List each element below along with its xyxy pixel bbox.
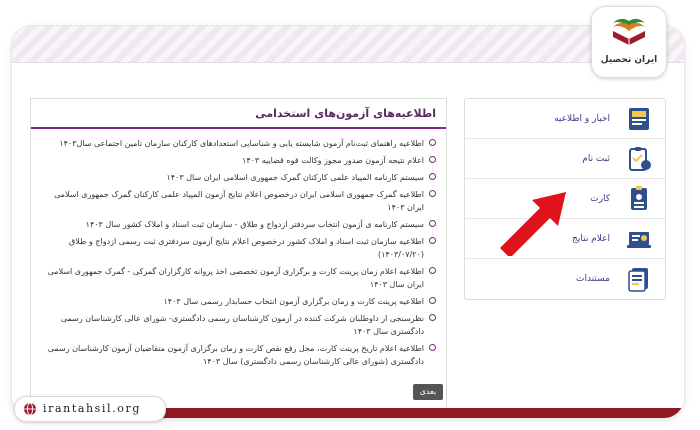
book-logo-icon <box>613 18 645 45</box>
announcement-item[interactable]: اطلاعیه راهنمای ثبت‌نام آزمون شایسته یاب… <box>39 137 436 150</box>
announcement-list: اطلاعیه راهنمای ثبت‌نام آزمون شایسته یاب… <box>31 129 446 368</box>
announcement-text[interactable]: نظرسنجی از داوطلبان شرکت کننده در آزمون … <box>61 314 424 336</box>
menu-item-documents[interactable]: مستندات <box>465 259 665 299</box>
bullet-icon <box>429 314 436 321</box>
bullet-icon <box>429 190 436 197</box>
registration-clipboard-icon <box>629 147 651 171</box>
announcement-item[interactable]: اطلاعیه اعلام زمان پرینت کارت و برگزاری … <box>39 265 436 291</box>
bullet-icon <box>429 139 436 146</box>
red-pointer-arrow-icon <box>500 192 566 256</box>
decorative-header-band <box>12 26 684 63</box>
results-laptop-icon <box>627 232 651 248</box>
menu-item-label: مستندات <box>576 274 610 284</box>
news-board-icon <box>629 108 649 130</box>
announcement-item[interactable]: اطلاعیه سازمان ثبت اسناد و املاک کشور در… <box>39 235 436 261</box>
bullet-icon <box>429 297 436 304</box>
announcement-item[interactable]: سیستم کارنامه ی آزمون انتخاب سردفتر ازدو… <box>39 218 436 231</box>
announcement-item[interactable]: نظرسنجی از داوطلبان شرکت کننده در آزمون … <box>39 312 436 338</box>
announcement-item[interactable]: اعلام نتیجه آزمون صدور مجوز وکالت قوه قض… <box>39 154 436 167</box>
bullet-icon <box>429 344 436 351</box>
bullet-icon <box>429 173 436 180</box>
announcement-item[interactable]: اطلاعیه گمرک جمهوری اسلامی ایران درخصوص … <box>39 188 436 214</box>
announcements-panel: اطلاعیه‌های آزمون‌های استخدامی اطلاعیه ر… <box>30 98 447 410</box>
website-url[interactable]: irantahsil.org <box>43 397 141 421</box>
announcement-text[interactable]: اطلاعیه پرینت کارت و زمان برگزاری آزمون … <box>163 297 424 306</box>
menu-item-label: کارت <box>590 194 610 204</box>
logo-text: ایران تحصیل <box>600 55 658 65</box>
announcement-text[interactable]: اطلاعیه سازمان ثبت اسناد و املاک کشور در… <box>69 237 424 259</box>
screenshot-frame: اطلاعیه‌های آزمون‌های استخدامی اطلاعیه ر… <box>12 26 684 418</box>
announcement-text[interactable]: سیستم کارنامه ی آزمون انتخاب سردفتر ازدو… <box>86 220 424 229</box>
announcement-item[interactable]: اطلاعیه اعلام تاریخ پرینت کارت، محل رفع … <box>39 342 436 368</box>
menu-item-label: ثبت نام <box>582 154 610 164</box>
bullet-icon <box>429 156 436 163</box>
bullet-icon <box>429 267 436 274</box>
website-badge[interactable]: irantahsil.org <box>14 396 166 422</box>
announcement-text[interactable]: اطلاعیه اعلام تاریخ پرینت کارت، محل رفع … <box>48 344 424 366</box>
announcement-text[interactable]: اطلاعیه راهنمای ثبت‌نام آزمون شایسته یاب… <box>59 139 424 148</box>
menu-item-news[interactable]: اخبار و اطلاعیه <box>465 99 665 139</box>
menu-item-label: اخبار و اطلاعیه <box>554 114 610 124</box>
menu-item-registration[interactable]: ثبت نام <box>465 139 665 179</box>
announcement-text[interactable]: اطلاعیه گمرک جمهوری اسلامی ایران درخصوص … <box>54 190 424 212</box>
irantahsil-logo: ایران تحصیل <box>591 6 667 78</box>
documents-icon <box>628 268 648 292</box>
panel-title: اطلاعیه‌های آزمون‌های استخدامی <box>31 99 446 129</box>
globe-icon <box>24 402 36 416</box>
announcement-text[interactable]: اعلام نتیجه آزمون صدور مجوز وکالت قوه قض… <box>242 156 424 165</box>
bullet-icon <box>429 237 436 244</box>
announcement-item[interactable]: سیستم کارنامه المپیاد علمی کارکنان گمرک … <box>39 171 436 184</box>
id-card-icon <box>631 186 647 210</box>
announcement-item[interactable]: اطلاعیه پرینت کارت و زمان برگزاری آزمون … <box>39 295 436 308</box>
menu-item-label: اعلام نتایج <box>572 234 610 244</box>
announcement-text[interactable]: اطلاعیه اعلام زمان پرینت کارت و برگزاری … <box>48 267 424 289</box>
bullet-icon <box>429 220 436 227</box>
next-page-button[interactable]: بعدی <box>413 384 443 400</box>
announcement-text[interactable]: سیستم کارنامه المپیاد علمی کارکنان گمرک … <box>166 173 424 182</box>
